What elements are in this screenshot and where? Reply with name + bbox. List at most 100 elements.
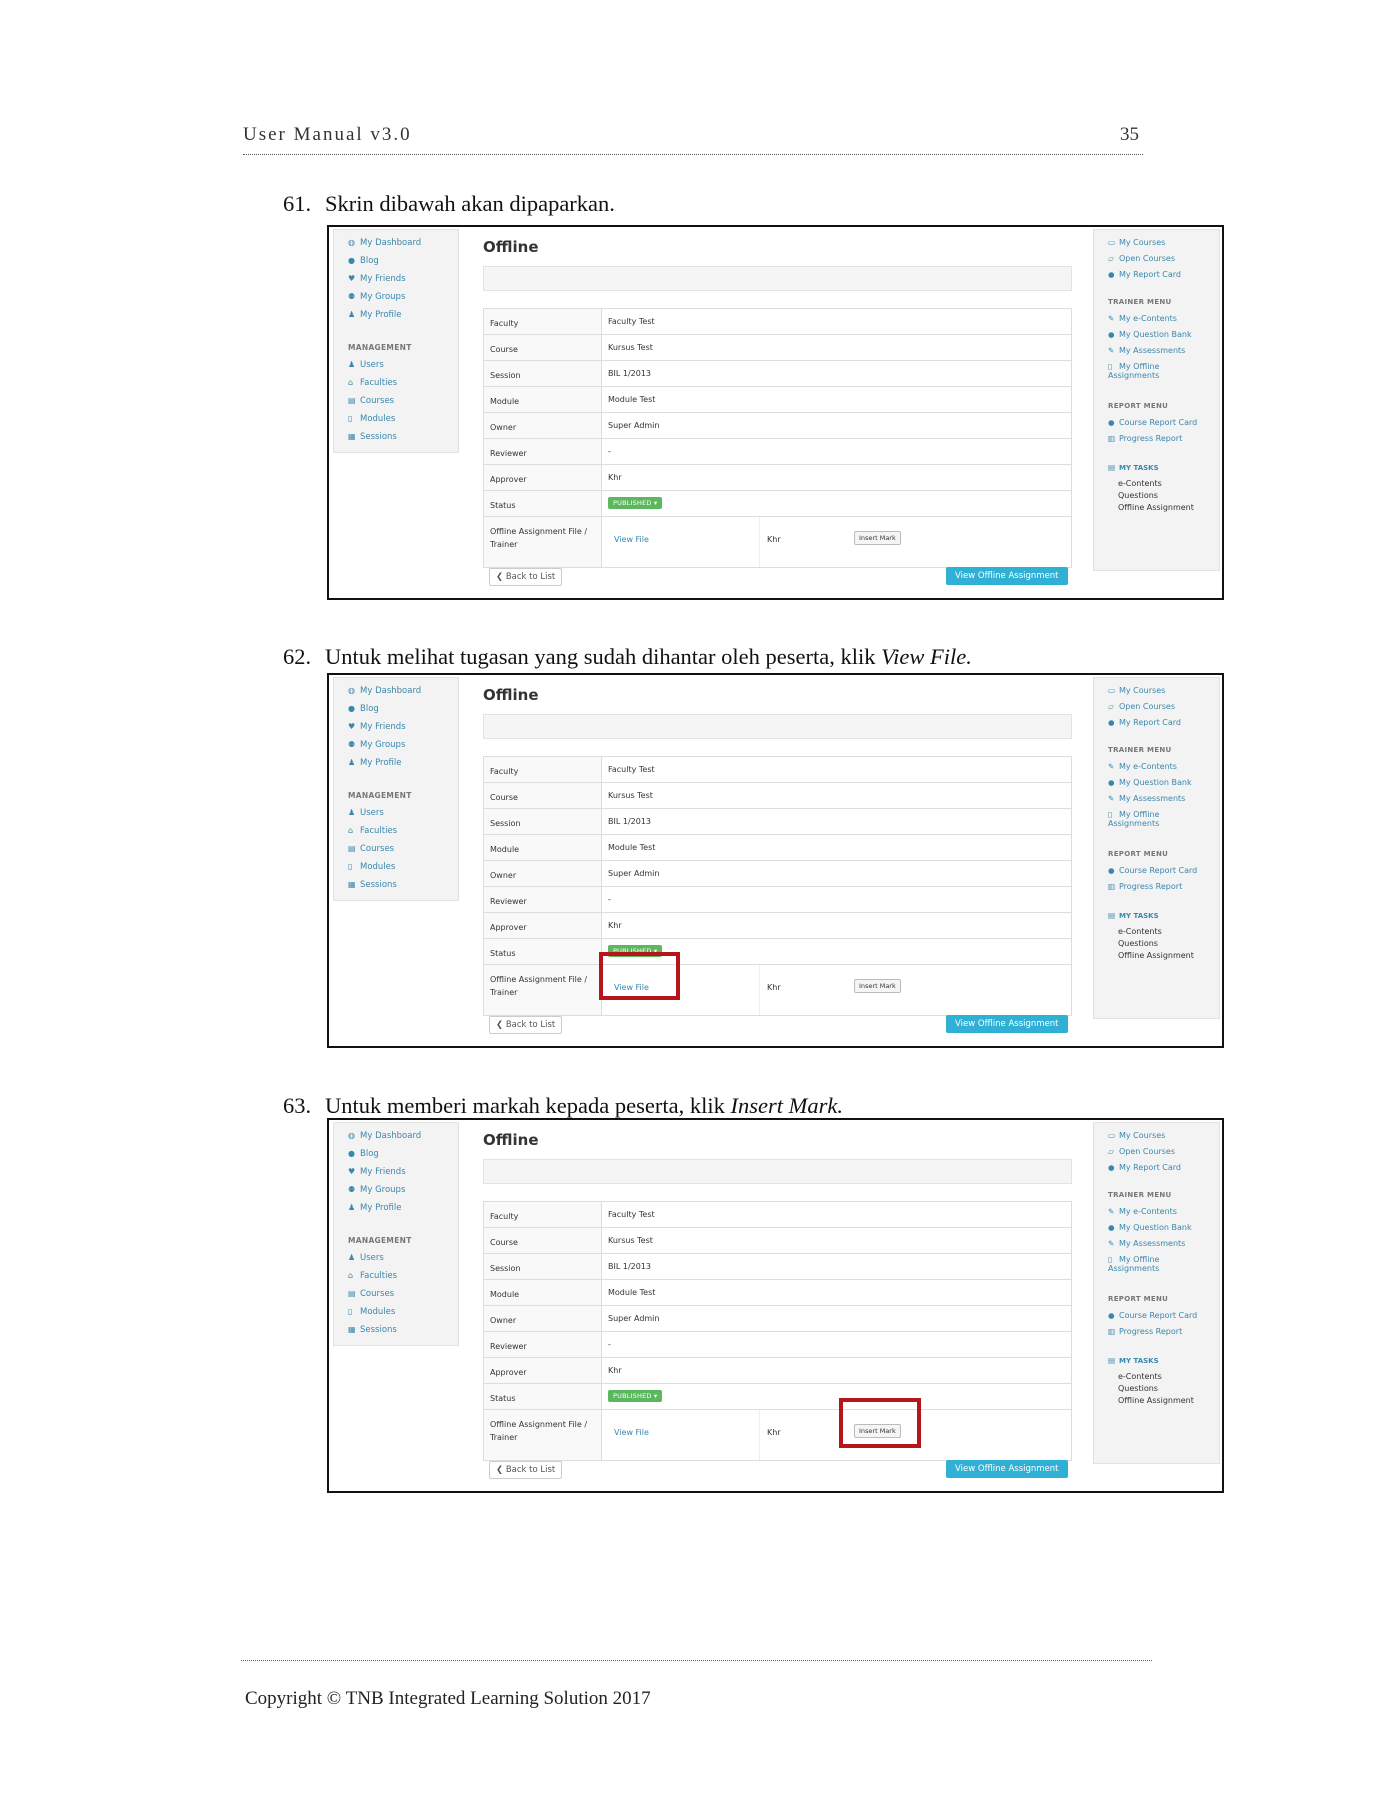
- nav-course-report-card[interactable]: ● Course Report Card: [1108, 1311, 1197, 1320]
- nav-blog[interactable]: ● Blog: [348, 1149, 379, 1159]
- row-label: Offline Assignment File / Trainer: [484, 965, 602, 1015]
- nav-users[interactable]: ♟ Users: [348, 1253, 384, 1263]
- table-row: Reviewer -: [484, 439, 1071, 465]
- nav-my-offline-assignments[interactable]: ▯ My Offline Assignments: [1108, 362, 1159, 380]
- nav-my-question-bank[interactable]: ● My Question Bank: [1108, 778, 1192, 787]
- task-offline-assignment[interactable]: Offline Assignment: [1118, 503, 1194, 512]
- nav-my-friends[interactable]: ♥ My Friends: [348, 1167, 406, 1177]
- nav-my-profile[interactable]: ♟ My Profile: [348, 310, 402, 320]
- nav-sessions[interactable]: ▦ Sessions: [348, 432, 397, 442]
- right-sidebar: ▭ My Courses ▱ Open Courses ● My Report Car…: [1093, 677, 1220, 1019]
- step-text: Untuk memberi markah kepada peserta, kli…: [325, 1093, 731, 1118]
- nav-my-groups[interactable]: ⚉ My Groups: [348, 740, 405, 750]
- nav-sessions[interactable]: ▦ Sessions: [348, 880, 397, 890]
- task-questions[interactable]: Questions: [1118, 491, 1158, 500]
- nav-my-groups[interactable]: ⚉ My Groups: [348, 1185, 405, 1195]
- nav-my-dashboard[interactable]: ◍ My Dashboard: [348, 238, 421, 248]
- insert-mark-button[interactable]: Insert Mark: [854, 979, 901, 993]
- status-badge[interactable]: PUBLISHED ▾: [608, 497, 663, 509]
- task-questions[interactable]: Questions: [1118, 1384, 1158, 1393]
- view-offline-assignment-button[interactable]: View Offline Assignment: [946, 567, 1068, 585]
- nav-my-question-bank[interactable]: ● My Question Bank: [1108, 1223, 1192, 1232]
- row-value: Module Test: [608, 395, 656, 404]
- nav-open-courses[interactable]: ▱ Open Courses: [1108, 1147, 1175, 1156]
- nav-my-offline-assignments[interactable]: ▯ My Offline Assignments: [1108, 1255, 1159, 1273]
- step-text: Untuk melihat tugasan yang sudah dihanta…: [325, 644, 882, 669]
- task-questions[interactable]: Questions: [1118, 939, 1158, 948]
- status-badge[interactable]: PUBLISHED ▾: [608, 1390, 663, 1402]
- step-number: 61.: [283, 191, 312, 216]
- nav-open-courses[interactable]: ▱ Open Courses: [1108, 702, 1175, 711]
- task-e-contents[interactable]: e-Contents: [1118, 927, 1162, 936]
- nav-my-courses[interactable]: ▭ My Courses: [1108, 686, 1165, 695]
- back-to-list-button[interactable]: ❮ Back to List: [489, 568, 563, 586]
- task-e-contents[interactable]: e-Contents: [1118, 479, 1162, 488]
- nav-blog[interactable]: ● Blog: [348, 256, 379, 266]
- nav-my-dashboard[interactable]: ◍ My Dashboard: [348, 686, 421, 696]
- nav-progress-report[interactable]: ▥ Progress Report: [1108, 434, 1182, 443]
- trainer-menu-title: TRAINER MENU: [1108, 746, 1172, 754]
- insert-mark-button[interactable]: Insert Mark: [854, 531, 901, 545]
- task-e-contents[interactable]: e-Contents: [1118, 1372, 1162, 1381]
- question-icon: ●: [1108, 1223, 1115, 1232]
- nav-my-assessments[interactable]: ✎ My Assessments: [1108, 1239, 1185, 1248]
- back-to-list-button[interactable]: ❮ Back to List: [489, 1016, 563, 1034]
- nav-sessions[interactable]: ▦ Sessions: [348, 1325, 397, 1335]
- info-bar: [483, 266, 1072, 291]
- row-value: Khr: [608, 473, 622, 482]
- nav-users[interactable]: ♟ Users: [348, 360, 384, 370]
- nav-my-e-contents[interactable]: ✎ My e-Contents: [1108, 762, 1177, 771]
- my-tasks-title: ▤ MY TASKS: [1108, 463, 1159, 472]
- view-offline-assignment-button[interactable]: View Offline Assignment: [946, 1015, 1068, 1033]
- nav-courses[interactable]: ▤ Courses: [348, 396, 394, 406]
- nav-open-courses[interactable]: ▱ Open Courses: [1108, 254, 1175, 263]
- nav-users[interactable]: ♟ Users: [348, 808, 384, 818]
- nav-my-assessments[interactable]: ✎ My Assessments: [1108, 794, 1185, 803]
- nav-my-report-card[interactable]: ● My Report Card: [1108, 1163, 1181, 1172]
- nav-faculties[interactable]: ⌂ Faculties: [348, 826, 397, 836]
- nav-progress-report[interactable]: ▥ Progress Report: [1108, 1327, 1182, 1336]
- nav-my-courses[interactable]: ▭ My Courses: [1108, 238, 1165, 247]
- nav-my-groups[interactable]: ⚉ My Groups: [348, 292, 405, 302]
- task-offline-assignment[interactable]: Offline Assignment: [1118, 1396, 1194, 1405]
- nav-my-courses[interactable]: ▭ My Courses: [1108, 1131, 1165, 1140]
- nav-my-friends[interactable]: ♥ My Friends: [348, 274, 406, 284]
- trainer-name: Khr: [767, 983, 781, 992]
- nav-my-report-card[interactable]: ● My Report Card: [1108, 718, 1181, 727]
- nav-modules[interactable]: ▯ Modules: [348, 862, 395, 872]
- nav-faculties[interactable]: ⌂ Faculties: [348, 1271, 397, 1281]
- nav-my-assessments[interactable]: ✎ My Assessments: [1108, 346, 1185, 355]
- screenshot-step-63: ◍ My Dashboard ● Blog ♥ My Friends ⚉ My Grou…: [327, 1118, 1224, 1493]
- nav-my-profile[interactable]: ♟ My Profile: [348, 1203, 402, 1213]
- row-label: Session: [484, 809, 602, 834]
- nav-courses[interactable]: ▤ Courses: [348, 1289, 394, 1299]
- nav-modules[interactable]: ▯ Modules: [348, 1307, 395, 1317]
- back-to-list-button[interactable]: ❮ Back to List: [489, 1461, 563, 1479]
- nav-modules[interactable]: ▯ Modules: [348, 414, 395, 424]
- nav-blog[interactable]: ● Blog: [348, 704, 379, 714]
- nav-my-report-card[interactable]: ● My Report Card: [1108, 270, 1181, 279]
- nav-my-profile[interactable]: ♟ My Profile: [348, 758, 402, 768]
- nav-faculties[interactable]: ⌂ Faculties: [348, 378, 397, 388]
- table-row: Faculty Faculty Test: [484, 309, 1071, 335]
- nav-my-e-contents[interactable]: ✎ My e-Contents: [1108, 1207, 1177, 1216]
- view-file-link[interactable]: View File: [614, 535, 649, 544]
- globe-icon: ●: [348, 256, 355, 265]
- view-file-link[interactable]: View File: [614, 1428, 649, 1437]
- nav-my-question-bank[interactable]: ● My Question Bank: [1108, 330, 1192, 339]
- nav-my-offline-assignments[interactable]: ▯ My Offline Assignments: [1108, 810, 1159, 828]
- file-icon: ▯: [348, 862, 353, 871]
- nav-progress-report[interactable]: ▥ Progress Report: [1108, 882, 1182, 891]
- circle-icon: ●: [1108, 1311, 1115, 1320]
- row-value: Module Test: [608, 843, 656, 852]
- nav-my-friends[interactable]: ♥ My Friends: [348, 722, 406, 732]
- nav-course-report-card[interactable]: ● Course Report Card: [1108, 418, 1197, 427]
- row-value: -: [608, 895, 611, 904]
- nav-course-report-card[interactable]: ● Course Report Card: [1108, 866, 1197, 875]
- nav-my-dashboard[interactable]: ◍ My Dashboard: [348, 1131, 421, 1141]
- task-offline-assignment[interactable]: Offline Assignment: [1118, 951, 1194, 960]
- view-offline-assignment-button[interactable]: View Offline Assignment: [946, 1460, 1068, 1478]
- row-label: Owner: [484, 413, 602, 438]
- nav-courses[interactable]: ▤ Courses: [348, 844, 394, 854]
- nav-my-e-contents[interactable]: ✎ My e-Contents: [1108, 314, 1177, 323]
